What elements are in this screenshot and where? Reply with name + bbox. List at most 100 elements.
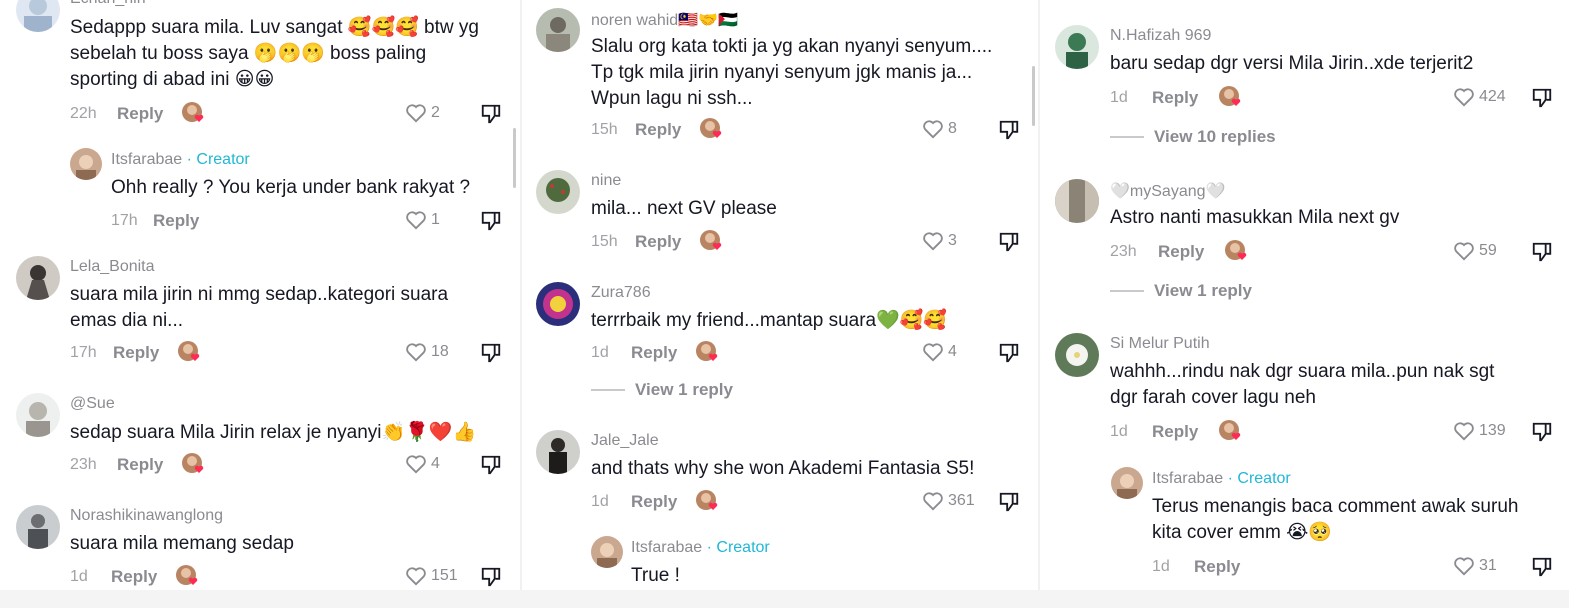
heart-icon bbox=[406, 567, 426, 586]
reply-button[interactable]: Reply bbox=[635, 120, 681, 140]
avatar[interactable] bbox=[1055, 179, 1099, 223]
username[interactable]: Itsfarabae · Creator bbox=[631, 539, 770, 557]
avatar[interactable] bbox=[536, 430, 580, 474]
view-replies-button[interactable]: View 10 replies bbox=[1110, 127, 1276, 147]
comment-text-line: Terus menangis baca comment awak suruh bbox=[1152, 496, 1519, 517]
like-button[interactable]: 18 bbox=[405, 342, 449, 362]
timestamp: 1d bbox=[591, 344, 609, 361]
username[interactable]: Norashikinawanglong bbox=[70, 507, 223, 525]
reply-button[interactable]: Reply bbox=[1152, 88, 1198, 108]
dislike-icon[interactable] bbox=[998, 342, 1020, 364]
like-button[interactable]: 361 bbox=[922, 491, 975, 511]
avatar[interactable] bbox=[1055, 25, 1099, 69]
comment-text-line: Sedappp suara mila. Luv sangat 🥰🥰🥰 btw y… bbox=[70, 17, 479, 38]
like-button[interactable]: 151 bbox=[405, 566, 458, 586]
username[interactable]: @Sue bbox=[70, 395, 115, 413]
dislike-icon[interactable] bbox=[1531, 556, 1553, 578]
reply-button[interactable]: Reply bbox=[1152, 422, 1198, 442]
username[interactable]: Zura786 bbox=[591, 284, 651, 302]
comment-text-line: suara mila memang sedap bbox=[70, 533, 294, 554]
comment-text-line: baru sedap dgr versi Mila Jirin..xde ter… bbox=[1110, 53, 1474, 74]
avatar[interactable] bbox=[536, 170, 580, 214]
username[interactable]: 🤍mySayang🤍 bbox=[1110, 181, 1225, 201]
reply-button[interactable]: Reply bbox=[113, 343, 159, 363]
reply-button[interactable]: Reply bbox=[631, 343, 677, 363]
creator-liked-badge-icon bbox=[182, 102, 204, 122]
comment-column-2: noren wahid🇲🇾🤝🇵🇸 Slalu org kata tokti ja… bbox=[522, 0, 1038, 590]
reply-button[interactable]: Reply bbox=[1194, 557, 1240, 577]
reply-button[interactable]: Reply bbox=[117, 104, 163, 124]
view-replies-label: View 1 reply bbox=[635, 380, 733, 399]
avatar[interactable] bbox=[1111, 467, 1143, 499]
dislike-icon[interactable] bbox=[480, 210, 502, 232]
avatar[interactable] bbox=[16, 0, 60, 32]
like-button[interactable]: 424 bbox=[1453, 87, 1506, 107]
timestamp: 1d bbox=[70, 568, 88, 585]
like-button[interactable]: 31 bbox=[1453, 556, 1497, 576]
comment-text-line: mila... next GV please bbox=[591, 198, 777, 219]
heart-icon bbox=[406, 455, 426, 474]
heart-icon bbox=[1454, 88, 1474, 107]
scrollbar[interactable] bbox=[1032, 66, 1035, 126]
avatar[interactable] bbox=[16, 393, 60, 437]
like-count: 151 bbox=[431, 567, 458, 584]
like-button[interactable]: 4 bbox=[405, 454, 440, 474]
username[interactable]: Lela_Bonita bbox=[70, 258, 155, 276]
reply-button[interactable]: Reply bbox=[631, 492, 677, 512]
like-count: 424 bbox=[1479, 88, 1506, 105]
username[interactable]: nine bbox=[591, 172, 621, 190]
avatar[interactable] bbox=[536, 282, 580, 326]
like-button[interactable]: 2 bbox=[405, 103, 440, 123]
like-button[interactable]: 1 bbox=[405, 210, 440, 230]
reply-button[interactable]: Reply bbox=[117, 455, 163, 475]
avatar[interactable] bbox=[16, 505, 60, 549]
heart-icon bbox=[923, 232, 943, 251]
view-replies-button[interactable]: View 1 reply bbox=[591, 380, 733, 400]
like-button[interactable]: 59 bbox=[1453, 241, 1497, 261]
reply-button[interactable]: Reply bbox=[153, 211, 199, 231]
like-button[interactable]: 4 bbox=[922, 342, 957, 362]
view-replies-label: View 10 replies bbox=[1154, 127, 1276, 146]
dislike-icon[interactable] bbox=[998, 231, 1020, 253]
username[interactable]: N.Hafizah 969 bbox=[1110, 27, 1211, 45]
like-count: 8 bbox=[948, 120, 957, 137]
timestamp: 22h bbox=[70, 105, 97, 122]
avatar[interactable] bbox=[1055, 333, 1099, 377]
like-button[interactable]: 8 bbox=[922, 119, 957, 139]
avatar[interactable] bbox=[591, 536, 623, 568]
username[interactable]: Jale_Jale bbox=[591, 432, 659, 450]
username[interactable]: Si Melur Putih bbox=[1110, 335, 1210, 353]
username[interactable]: noren wahid🇲🇾🤝🇵🇸 bbox=[591, 10, 738, 30]
dislike-icon[interactable] bbox=[1531, 421, 1553, 443]
like-count: 4 bbox=[431, 455, 440, 472]
username[interactable]: Itsfarabae · Creator bbox=[1152, 470, 1291, 488]
avatar[interactable] bbox=[16, 256, 60, 300]
dislike-icon[interactable] bbox=[480, 454, 502, 476]
avatar[interactable] bbox=[536, 8, 580, 52]
view-replies-button[interactable]: View 1 reply bbox=[1110, 281, 1252, 301]
dislike-icon[interactable] bbox=[480, 103, 502, 125]
comment-column-3: N.Hafizah 969 baru sedap dgr versi Mila … bbox=[1040, 0, 1569, 590]
timestamp: 15h bbox=[591, 121, 618, 138]
like-button[interactable]: 139 bbox=[1453, 421, 1506, 441]
reply-button[interactable]: Reply bbox=[1158, 242, 1204, 262]
scrollbar[interactable] bbox=[513, 128, 516, 188]
username[interactable]: Echan_nin bbox=[70, 0, 146, 8]
comment-text-line: suara mila jirin ni mmg sedap..kategori … bbox=[70, 284, 449, 305]
dislike-icon[interactable] bbox=[998, 491, 1020, 513]
comment-text-line: kita cover emm 😭🥺 bbox=[1152, 522, 1332, 543]
creator-liked-badge-icon bbox=[700, 230, 722, 250]
reply-button[interactable]: Reply bbox=[635, 232, 681, 252]
dislike-icon[interactable] bbox=[480, 342, 502, 364]
dislike-icon[interactable] bbox=[1531, 241, 1553, 263]
dislike-icon[interactable] bbox=[480, 566, 502, 588]
dislike-icon[interactable] bbox=[1531, 87, 1553, 109]
avatar[interactable] bbox=[70, 148, 102, 180]
like-count: 139 bbox=[1479, 422, 1506, 439]
comment-text-line: sebelah tu boss saya 🫢🫢🫢 boss paling bbox=[70, 43, 427, 64]
dislike-icon[interactable] bbox=[998, 119, 1020, 141]
reply-button[interactable]: Reply bbox=[111, 567, 157, 587]
comment-text-line: emas dia ni... bbox=[70, 310, 183, 331]
username[interactable]: Itsfarabae · Creator bbox=[111, 151, 250, 169]
like-button[interactable]: 3 bbox=[922, 231, 957, 251]
